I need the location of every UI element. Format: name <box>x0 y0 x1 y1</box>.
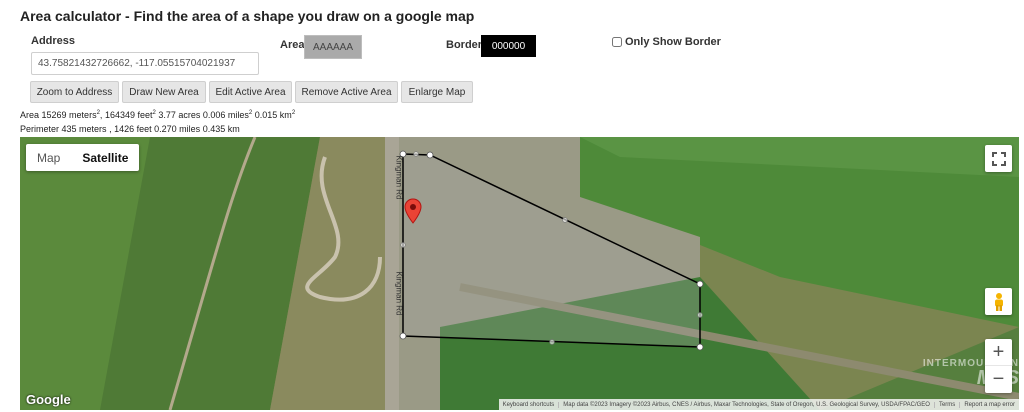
enlarge-map-button[interactable]: Enlarge Map <box>401 81 473 103</box>
zoom-control: + − <box>985 339 1012 393</box>
terms-link[interactable]: Terms <box>935 401 961 408</box>
only-border-option[interactable]: Only Show Border <box>612 36 721 48</box>
area-color-picker[interactable]: AAAAAA <box>304 35 362 59</box>
area-result: Area 15269 meters2, 164349 feet2 3.77 ac… <box>20 110 296 120</box>
page-title: Area calculator - Find the area of a sha… <box>20 8 475 24</box>
address-input[interactable] <box>31 52 259 75</box>
perimeter-miles: 0.270 miles <box>154 124 201 134</box>
map-attribution: Keyboard shortcuts Map data ©2023 Imager… <box>498 399 1019 410</box>
fullscreen-icon <box>991 151 1006 166</box>
border-color-value: 000000 <box>491 40 526 52</box>
perimeter-feet: 1426 feet <box>114 124 152 134</box>
report-map-error-link[interactable]: Report a map error <box>960 402 1019 408</box>
area-miles: 0.006 miles <box>202 110 249 120</box>
zoom-to-address-button[interactable]: Zoom to Address <box>30 81 119 103</box>
keyboard-shortcuts-link[interactable]: Keyboard shortcuts <box>499 401 560 408</box>
perimeter-km: 0.435 km <box>202 124 240 134</box>
area-result-label: Area <box>20 110 40 120</box>
zoom-out-button[interactable]: − <box>985 366 1012 393</box>
perimeter-result: Perimeter 435 meters , 1426 feet 0.270 m… <box>20 124 240 134</box>
zoom-in-button[interactable]: + <box>985 339 1012 366</box>
google-logo[interactable]: Google <box>26 392 71 407</box>
map-marker-icon[interactable] <box>404 198 422 224</box>
area-acres: 3.77 acres <box>158 110 201 120</box>
drawn-area-polygon[interactable] <box>20 137 1019 410</box>
map-data-credits: Map data ©2023 Imagery ©2023 Airbus, CNE… <box>559 401 935 408</box>
area-color-label: Area <box>280 39 305 51</box>
area-color-value: AAAAAA <box>312 41 354 53</box>
remove-active-area-button[interactable]: Remove Active Area <box>295 81 398 103</box>
map-canvas[interactable]: Kingman Rd Kingman Rd Map Satellite INTE… <box>20 137 1019 410</box>
draw-new-area-button[interactable]: Draw New Area <box>122 81 206 103</box>
road-label-south: Kingman Rd <box>394 271 404 316</box>
area-meters: 15269 meters <box>41 110 97 120</box>
area-feet: 164349 feet <box>104 110 153 120</box>
street-view-button[interactable] <box>985 288 1012 315</box>
only-border-checkbox[interactable] <box>612 37 622 47</box>
perimeter-meters: 435 meters <box>61 124 107 134</box>
map-type-satellite-button[interactable]: Satellite <box>71 144 139 171</box>
fullscreen-button[interactable] <box>985 145 1012 172</box>
perimeter-result-label: Perimeter <box>20 124 60 134</box>
edit-active-area-button[interactable]: Edit Active Area <box>209 81 292 103</box>
area-km: 0.015 km <box>254 110 292 120</box>
map-type-map-button[interactable]: Map <box>26 144 71 171</box>
road-label-north: Kingman Rd <box>394 155 404 200</box>
border-color-picker[interactable]: 000000 <box>481 35 536 57</box>
address-label: Address <box>31 35 76 47</box>
map-type-control: Map Satellite <box>26 144 140 171</box>
pegman-icon <box>994 292 1003 311</box>
only-border-label: Only Show Border <box>625 36 721 48</box>
border-color-label: Border <box>446 39 483 51</box>
